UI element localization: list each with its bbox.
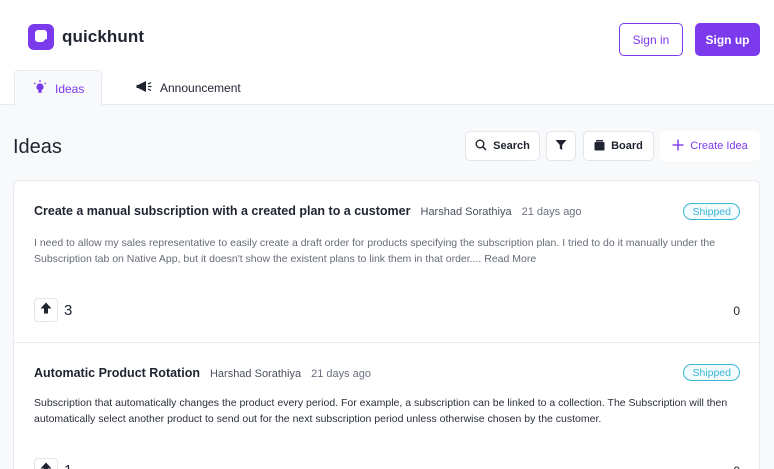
board-button[interactable]: Board	[583, 131, 654, 161]
sign-up-button[interactable]: Sign up	[695, 23, 760, 56]
idea-author: Harshad Sorathiya	[420, 206, 512, 218]
idea-card[interactable]: Automatic Product Rotation Harshad Sorat…	[13, 342, 760, 469]
idea-title[interactable]: Create a manual subscription with a crea…	[34, 204, 411, 218]
upvote-button[interactable]	[34, 458, 58, 469]
idea-header: Create a manual subscription with a crea…	[34, 204, 582, 218]
search-label: Search	[493, 140, 530, 152]
megaphone-icon	[136, 80, 152, 97]
filter-button[interactable]	[546, 131, 576, 161]
filter-icon	[555, 139, 567, 154]
board-icon	[594, 139, 605, 154]
status-badge: Shipped	[683, 364, 740, 381]
search-icon	[475, 139, 487, 154]
idea-description: I need to allow my sales representative …	[34, 237, 716, 265]
tab-ideas-label: Ideas	[55, 81, 85, 96]
idea-title[interactable]: Automatic Product Rotation	[34, 366, 200, 380]
create-idea-label: Create Idea	[690, 140, 748, 152]
upvote-control: 3	[34, 298, 72, 322]
idea-card[interactable]: Create a manual subscription with a crea…	[13, 180, 760, 343]
search-button[interactable]: Search	[465, 131, 540, 161]
tab-ideas[interactable]: Ideas	[14, 70, 102, 106]
sign-in-button[interactable]: Sign in	[619, 23, 683, 56]
idea-time: 21 days ago	[311, 368, 372, 380]
board-label: Board	[611, 140, 643, 152]
vote-count: 1	[64, 462, 72, 469]
arrow-up-icon	[40, 301, 52, 319]
tab-announcement-label: Announcement	[160, 81, 241, 95]
idea-header: Automatic Product Rotation Harshad Sorat…	[34, 366, 371, 380]
comment-count: 0	[733, 304, 740, 318]
idea-time: 21 days ago	[521, 206, 582, 218]
arrow-up-icon	[40, 461, 52, 469]
quickhunt-logo-icon	[28, 24, 54, 50]
tab-announcement[interactable]: Announcement	[118, 70, 259, 106]
vote-count: 3	[64, 301, 73, 319]
upvote-button[interactable]	[34, 298, 58, 322]
logo[interactable]: quickhunt	[28, 24, 144, 50]
status-badge: Shipped	[683, 203, 740, 220]
page-title: Ideas	[13, 136, 62, 158]
create-idea-button[interactable]: Create Idea	[660, 131, 760, 161]
brand-name: quickhunt	[62, 27, 145, 46]
plus-icon	[672, 139, 684, 154]
idea-author: Harshad Sorathiya	[209, 368, 302, 380]
upvote-control: 1	[34, 458, 72, 469]
lightbulb-icon	[33, 80, 47, 97]
comment-count: 0	[733, 464, 740, 469]
top-bar: quickhunt Sign in Sign up Ideas Announce…	[0, 0, 774, 106]
idea-description: Subscription that automatically changes …	[34, 397, 728, 425]
